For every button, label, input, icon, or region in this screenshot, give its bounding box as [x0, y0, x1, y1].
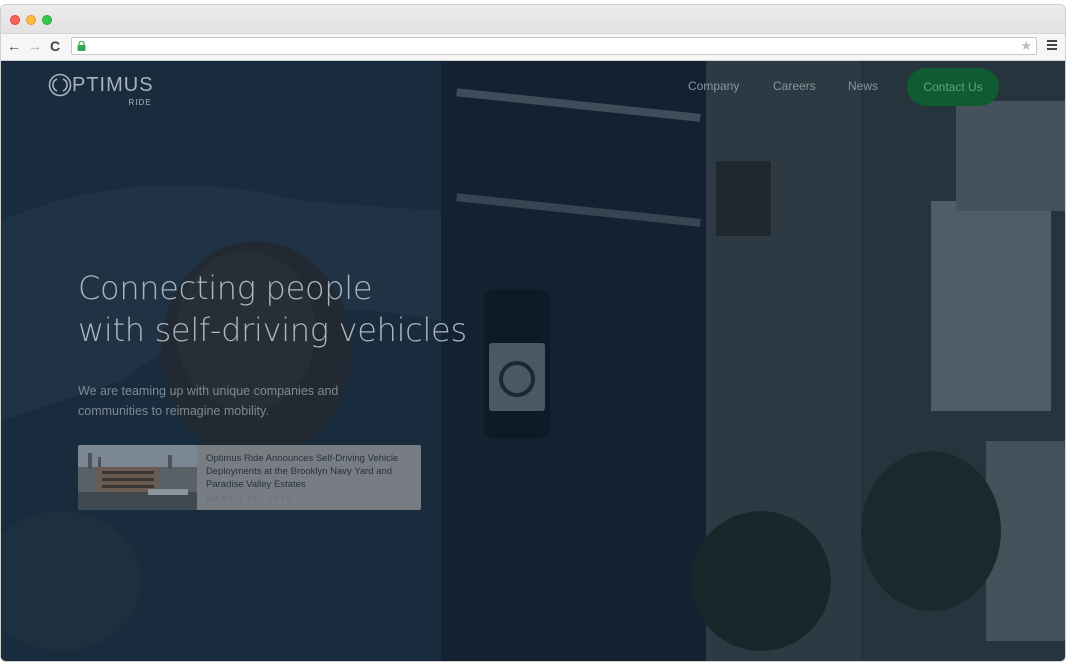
hero-title: Connecting people with self-driving vehi… — [78, 267, 498, 351]
forward-arrow-icon[interactable]: → — [28, 38, 42, 54]
optimus-ride-logo[interactable]: PTIMUS RIDE — [48, 71, 154, 107]
hero-title-line-2: with self-driving vehicles — [78, 311, 467, 349]
logo-mark-icon — [48, 73, 72, 97]
news-card[interactable]: Optimus Ride Announces Self-Driving Vehi… — [78, 445, 421, 510]
hero-title-line-1: Connecting people — [78, 269, 373, 307]
reload-icon[interactable]: C — [50, 38, 60, 54]
browser-window: ← → C ★ PTIMUS RIDE Company Careers News… — [0, 4, 1066, 662]
close-window-button[interactable] — [10, 15, 20, 25]
news-headline: Optimus Ride Announces Self-Driving Vehi… — [206, 453, 399, 490]
address-bar[interactable]: ★ — [71, 37, 1037, 55]
nav-news[interactable]: News — [848, 79, 878, 93]
maximize-window-button[interactable] — [42, 15, 52, 25]
page-viewport: PTIMUS RIDE Company Careers News Contact… — [1, 61, 1065, 661]
back-arrow-icon[interactable]: ← — [7, 38, 21, 54]
news-thumbnail-image — [78, 445, 197, 510]
bookmark-star-icon[interactable]: ★ — [1020, 38, 1032, 54]
logo-subtext: RIDE — [128, 98, 152, 107]
hamburger-menu-icon[interactable] — [1047, 40, 1057, 52]
news-date: MARCH 20, 2019 — [206, 494, 293, 503]
dark-overlay — [1, 61, 1065, 661]
title-bar — [1, 5, 1065, 34]
contact-us-button[interactable]: Contact Us — [907, 68, 999, 106]
minimize-window-button[interactable] — [26, 15, 36, 25]
lock-icon — [77, 41, 86, 51]
hero-subtitle: We are teaming up with unique companies … — [78, 384, 339, 418]
logo-wordmark: PTIMUS RIDE — [72, 75, 154, 107]
nav-company[interactable]: Company — [688, 79, 739, 93]
browser-toolbar: ← → C ★ — [1, 34, 1065, 61]
nav-careers[interactable]: Careers — [773, 79, 816, 93]
